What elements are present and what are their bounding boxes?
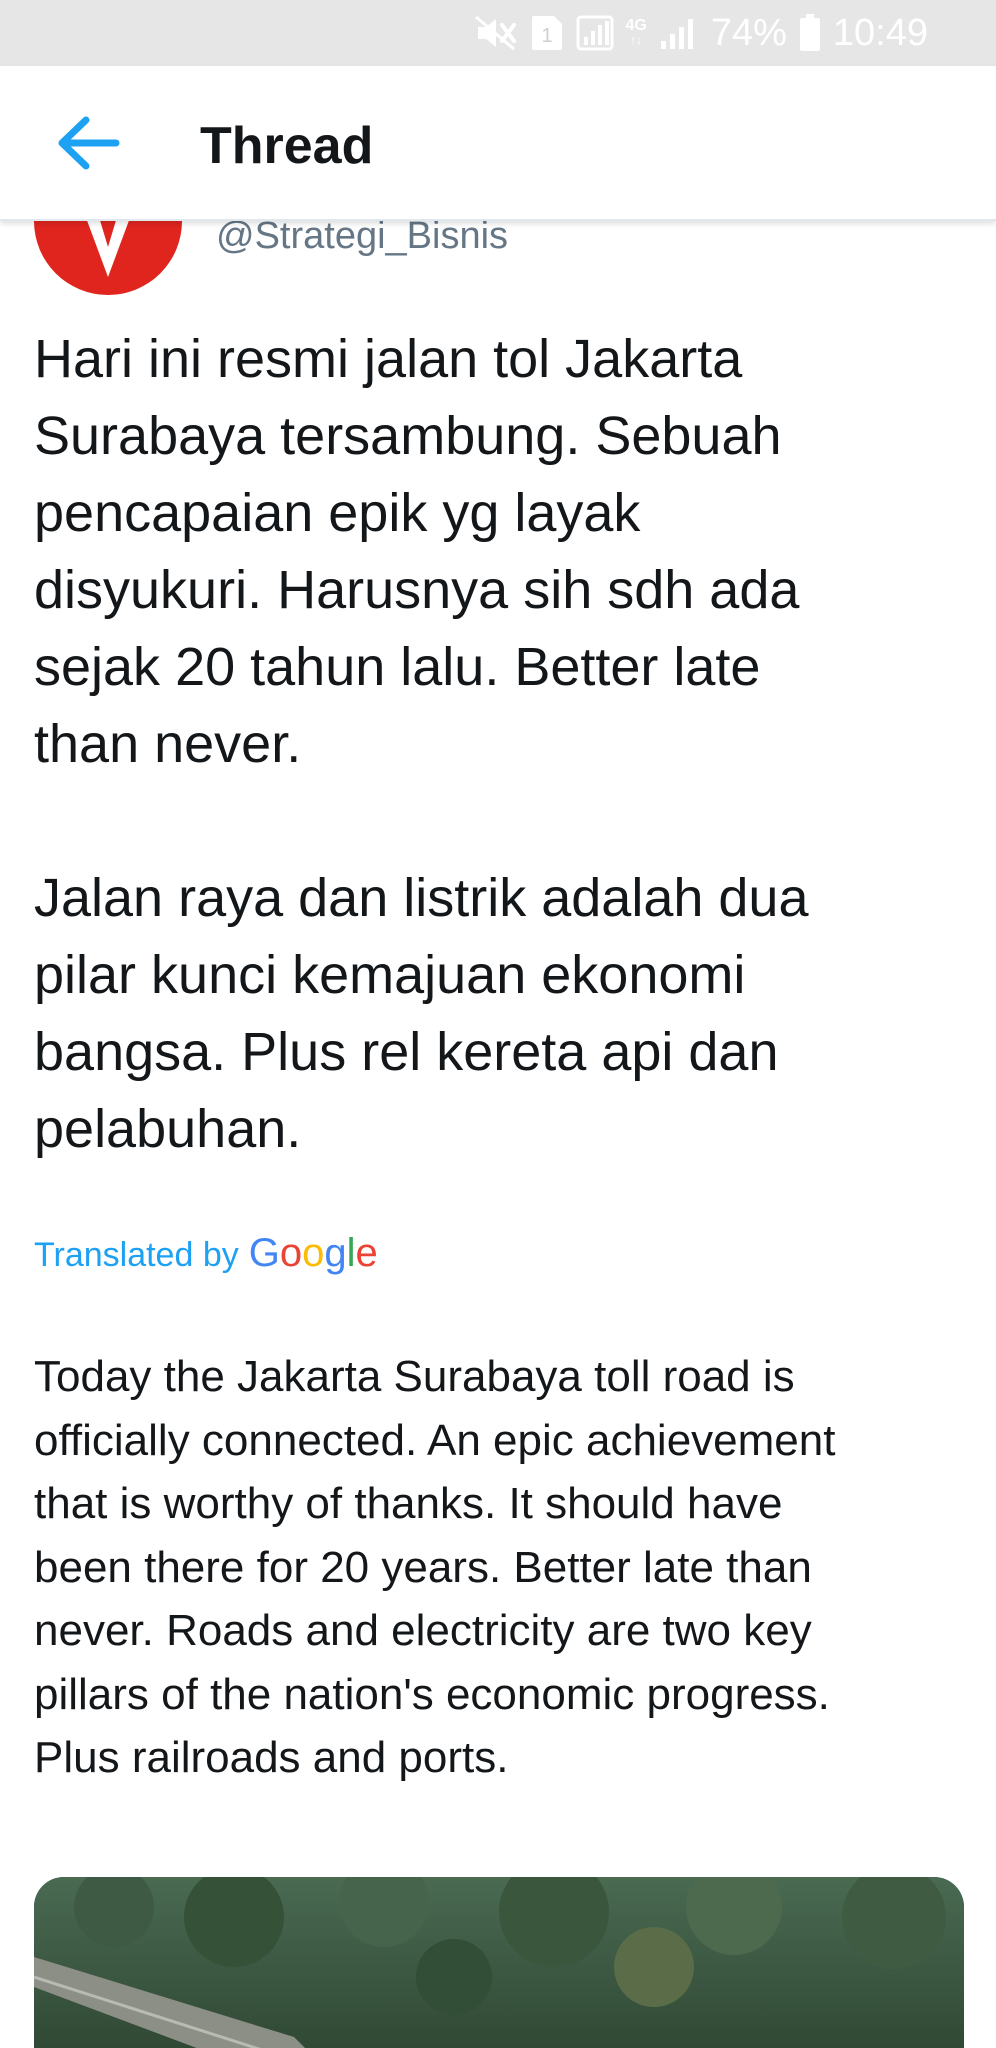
page-title: Thread <box>200 117 374 175</box>
user-handle[interactable]: @Strategi_Bisnis <box>216 221 508 258</box>
google-logo-icon: Google <box>248 1231 378 1275</box>
battery-icon <box>799 14 821 52</box>
clock: 10:49 <box>832 11 928 54</box>
signal-box-icon <box>576 15 614 51</box>
back-button[interactable] <box>50 110 126 176</box>
network-type: 4G <box>625 17 647 34</box>
tweet-media-image[interactable] <box>34 1877 964 2048</box>
tweet-detail: @Strategi_Bisnis Hari ini resmi jalan to… <box>0 221 996 2048</box>
battery-percent: 74% <box>710 11 787 54</box>
sim-icon: 1 <box>530 14 564 52</box>
network-arrows: ↑↓ <box>630 33 643 47</box>
translated-by[interactable]: Translated by Google <box>34 1231 378 1276</box>
avatar-logo-icon <box>87 221 129 277</box>
app-header: Thread <box>0 66 996 221</box>
back-arrow-icon <box>58 116 120 170</box>
avatar[interactable] <box>34 221 182 295</box>
translated-by-label: Translated by <box>34 1236 239 1274</box>
status-bar: 1 4G ↑↓ 74% 10:49 <box>0 0 996 66</box>
tweet-text: Hari ini resmi jalan tol Jakarta Surabay… <box>34 329 809 1159</box>
network-4g-icon: 4G ↑↓ <box>625 17 647 48</box>
media-image-content <box>34 1877 964 2048</box>
sim-slot-number: 1 <box>541 25 552 47</box>
translation-text: Today the Jakarta Surabaya toll road is … <box>34 1352 836 1782</box>
signal-icon <box>659 15 699 51</box>
mute-icon <box>474 15 518 51</box>
